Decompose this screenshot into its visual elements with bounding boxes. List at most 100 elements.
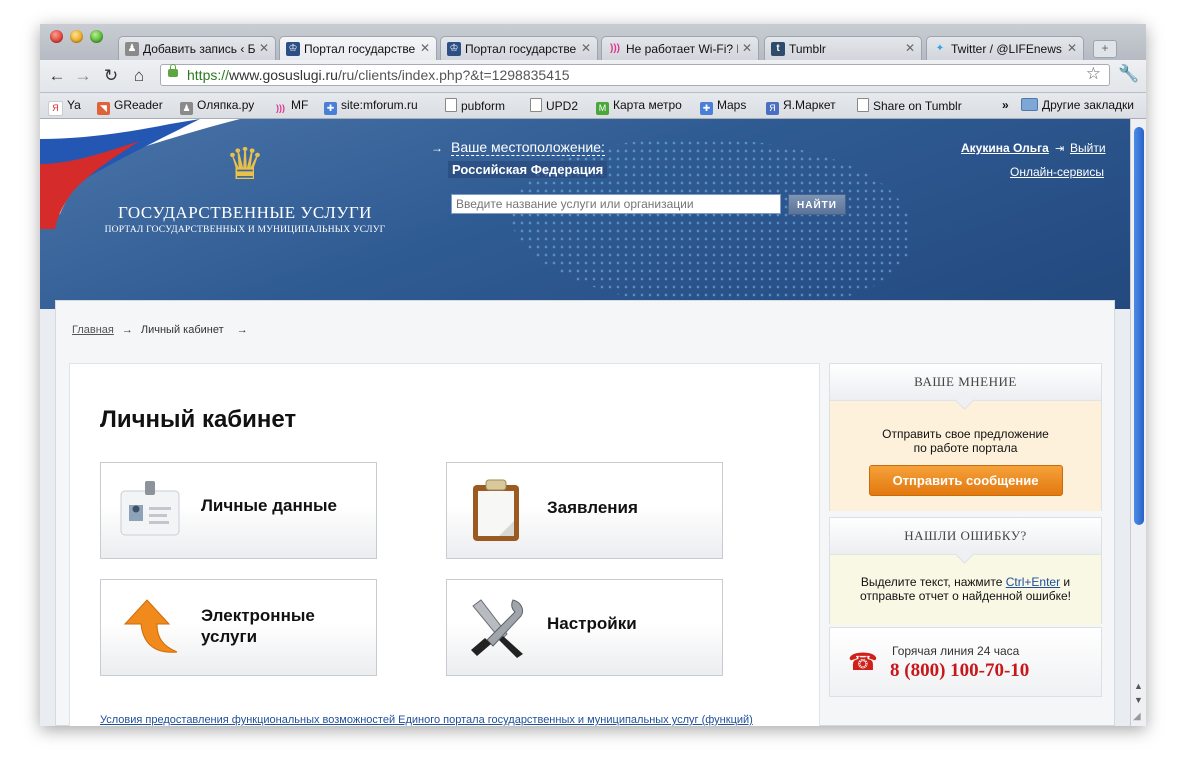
twitter-bird-icon: ✦ (935, 43, 945, 54)
close-tab-icon[interactable]: ✕ (420, 41, 430, 55)
close-tab-icon[interactable]: ✕ (1067, 41, 1077, 55)
site-title[interactable]: ГОСУДАРСТВЕННЫЕ УСЛУГИ (40, 203, 450, 223)
coat-of-arms-icon: ♛ (225, 140, 265, 189)
page-icon (445, 98, 457, 112)
online-services-link[interactable]: Онлайн-сервисы (1010, 165, 1104, 179)
close-tab-icon[interactable]: ✕ (259, 41, 269, 55)
browser-tab-active[interactable]: ♔ Портал государствен ✕ (279, 36, 437, 61)
browser-tab[interactable]: ♔ Портал государствен ✕ (440, 36, 598, 60)
service-search-input[interactable] (451, 194, 781, 214)
hotline-label: Горячая линия 24 часа (892, 644, 1020, 658)
breadcrumb-current: Личный кабинет (140, 324, 224, 336)
wrench-menu-icon[interactable]: 🔧 (1118, 64, 1139, 84)
bookmark-item[interactable]: UPD2 (530, 98, 578, 113)
bookmark-item[interactable]: ))) MF (274, 98, 308, 115)
location-arrow-icon: → (431, 141, 443, 155)
scroll-down-icon[interactable]: ▼ (1134, 695, 1143, 705)
breadcrumb-home-link[interactable]: Главная (72, 324, 114, 336)
bookmark-item[interactable]: ◥ GReader (97, 98, 163, 115)
breadcrumb-arrow-icon: → (236, 324, 248, 336)
tile-label: Электронные услуги (201, 606, 315, 646)
user-silhouette-icon: ♟ (125, 42, 139, 56)
tile-applications[interactable]: Заявления (446, 462, 723, 559)
close-tab-icon[interactable]: ✕ (742, 41, 752, 55)
reload-icon[interactable]: ↻ (100, 66, 122, 86)
bookmarks-bar: Я Ya ◥ GReader ♟ Оляпка.ру ))) MF ✚ site:mfor… (40, 93, 1146, 119)
address-bar[interactable]: https://www.gosuslugi.ru/ru/clients/inde… (160, 64, 1110, 86)
browser-tab[interactable]: ♟ Добавить запись ‹ Бл ✕ (118, 36, 276, 60)
google-icon: ✚ (324, 102, 337, 115)
error-body: Выделите текст, нажмите Ctrl+Enter и отп… (830, 555, 1101, 625)
scroll-up-icon[interactable]: ▲ (1134, 681, 1143, 691)
terms-link[interactable]: Условия предоставления функциональных во… (100, 714, 753, 726)
page-viewport: ♛ ГОСУДАРСТВЕННЫЕ УСЛУГИ ПОРТАЛ ГОСУДАРС… (40, 119, 1130, 726)
browser-tab[interactable]: ✦ Twitter / @LIFEnews: ✕ (926, 36, 1084, 60)
tumblr-icon: t (771, 42, 785, 56)
lock-icon (168, 64, 178, 77)
coat-of-arms-icon: ♔ (286, 42, 300, 56)
bookmark-item[interactable]: ✚ Maps (700, 98, 746, 115)
close-tab-icon[interactable]: ✕ (581, 41, 591, 55)
google-icon: ✚ (700, 102, 713, 115)
bookmark-item[interactable]: Я Ya (48, 98, 81, 116)
close-window-button[interactable] (50, 30, 63, 43)
wifi-icon: ))) (276, 103, 285, 113)
coat-of-arms-icon: ♔ (447, 42, 461, 56)
minimize-window-button[interactable] (70, 30, 83, 43)
forward-arrow-icon[interactable]: → (72, 66, 94, 86)
user-silhouette-icon: ♟ (180, 102, 193, 115)
bookmark-item[interactable]: pubform (445, 98, 505, 113)
page-title: Личный кабинет (100, 406, 297, 433)
tab-strip: ♟ Добавить запись ‹ Бл ✕ ♔ Портал госуда… (40, 24, 1146, 61)
yandex-icon: Я (48, 101, 63, 116)
bookmark-item[interactable]: M Карта метро (596, 98, 682, 115)
bookmark-item[interactable]: ✚ site:mforum.ru (324, 98, 418, 115)
breadcrumb: Главная → Личный кабинет → (72, 324, 248, 336)
zoom-window-button[interactable] (90, 30, 103, 43)
clipboard-icon (473, 479, 519, 541)
tile-settings[interactable]: Настройки (446, 579, 723, 676)
site-header: ♛ ГОСУДАРСТВЕННЫЕ УСЛУГИ ПОРТАЛ ГОСУДАРС… (40, 119, 1130, 309)
vertical-scrollbar[interactable]: ▲ ▼ ◢ (1130, 119, 1146, 726)
browser-toolbar: ← → ↻ ⌂ https://www.gosuslugi.ru/ru/clie… (40, 60, 1146, 93)
bookmark-star-icon[interactable]: ☆ (1086, 64, 1101, 84)
content-panel: Главная → Личный кабинет → Личный кабинет (55, 300, 1115, 726)
back-arrow-icon[interactable]: ← (46, 66, 68, 86)
id-badge-icon (120, 481, 180, 536)
bookmark-item[interactable]: ♟ Оляпка.ру (180, 98, 254, 115)
tile-personal-data[interactable]: Личные данные (100, 462, 377, 559)
opinion-box: ВАШЕ МНЕНИЕ Отправить свое предложение п… (829, 363, 1102, 511)
scrollbar-thumb[interactable] (1134, 127, 1144, 525)
wifi-icon: ))) (610, 43, 620, 54)
tile-label: Настройки (547, 614, 637, 633)
metro-icon: M (596, 102, 609, 115)
user-name-link[interactable]: Акукина Ольга (961, 141, 1049, 155)
tile-label: Личные данные (201, 496, 337, 515)
hotline-number[interactable]: 8 (800) 100-70-10 (890, 660, 1029, 682)
new-tab-button[interactable]: + (1093, 40, 1117, 58)
site-subtitle: ПОРТАЛ ГОСУДАРСТВЕННЫХ И МУНИЦИПАЛЬНЫХ У… (104, 225, 386, 235)
search-button[interactable]: НАЙТИ (788, 194, 846, 215)
browser-tab[interactable]: ))) Не работает Wi-Fi? П ✕ (601, 36, 759, 60)
bookmark-item[interactable]: Share on Tumblr (857, 98, 962, 113)
ctrl-enter-link[interactable]: Ctrl+Enter (1006, 575, 1060, 589)
page-icon (857, 98, 869, 112)
other-bookmarks-folder[interactable]: Другие закладки (1021, 98, 1134, 112)
orange-arrow-icon (123, 599, 178, 653)
home-icon[interactable]: ⌂ (128, 66, 150, 86)
resize-grip-icon[interactable]: ◢ (1133, 711, 1141, 722)
logout-link[interactable]: Выйти (1070, 141, 1106, 155)
phone-icon: ☎ (848, 649, 878, 676)
tile-electronic-services[interactable]: Электронные услуги (100, 579, 377, 676)
location-selector[interactable]: Ваше местоположение: (451, 139, 605, 156)
opinion-title: ВАШЕ МНЕНИЕ (830, 364, 1101, 401)
bookmark-item[interactable]: Я Я.Маркет (766, 98, 836, 115)
close-tab-icon[interactable]: ✕ (905, 41, 915, 55)
browser-tab[interactable]: t Tumblr ✕ (764, 36, 922, 60)
bookmarks-overflow-button[interactable]: » (1002, 98, 1009, 112)
logout-icon: ⇥ (1055, 143, 1065, 155)
greader-icon: ◥ (97, 102, 110, 115)
browser-window: ♟ Добавить запись ‹ Бл ✕ ♔ Портал госуда… (40, 24, 1146, 726)
send-message-button[interactable]: Отправить сообщение (868, 465, 1063, 496)
location-value: Российская Федерация (448, 161, 608, 178)
